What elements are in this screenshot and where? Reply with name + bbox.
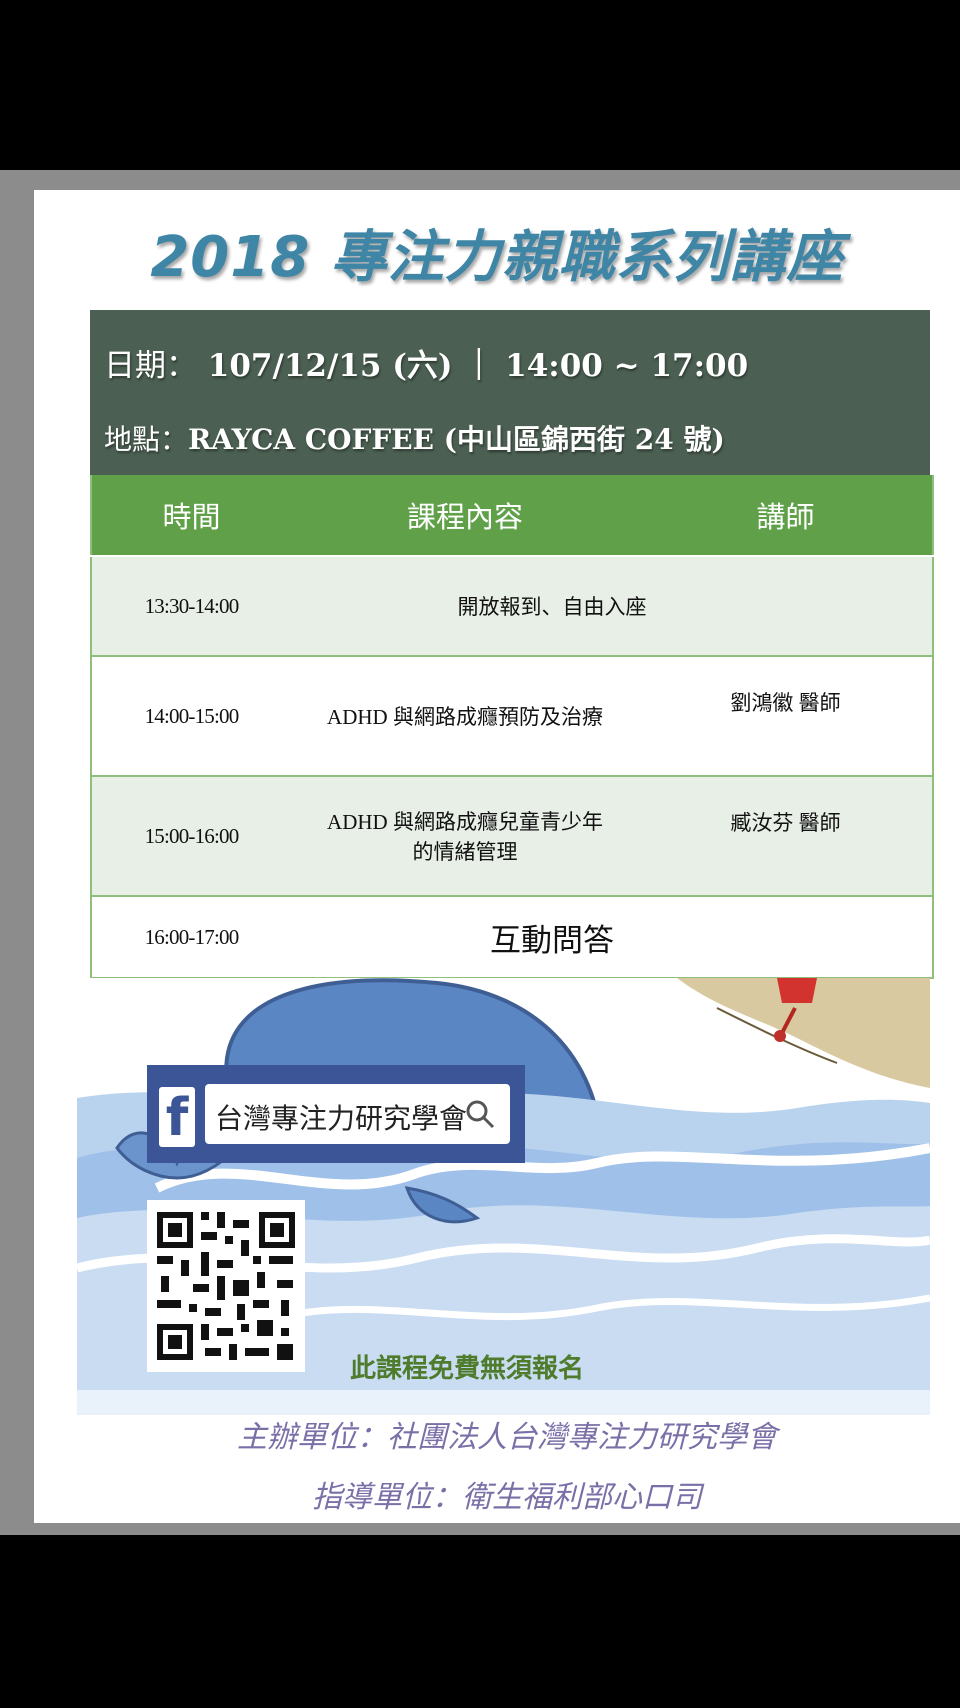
- row-content-line: 的情緒管理: [412, 840, 518, 864]
- time-value: 14:00 ~ 17:00: [505, 348, 749, 384]
- table-row: 15:00-16:00 ADHD 與網路成癮兒童青少年 的情緒管理 臧汝芬 醫師: [91, 775, 933, 896]
- row-content-text: 互動問答: [490, 922, 614, 959]
- facebook-search-box: 台灣專注力研究學會: [205, 1084, 510, 1144]
- date-separator: ｜: [463, 348, 495, 384]
- schedule-header-row: 時間 課程內容 講師: [91, 475, 933, 557]
- facebook-search-text: 台灣專注力研究學會: [215, 1102, 468, 1135]
- event-place: 地點：RAYCA COFFEE (中山區錦西街 24 號): [104, 418, 725, 458]
- row-content: 開放報到、自由入座: [291, 555, 933, 656]
- row-time: 16:00-17:00: [91, 895, 291, 978]
- event-poster: 2018 專注力親職系列講座 日期： 107/12/15 (六) ｜ 14:00…: [34, 190, 960, 1523]
- row-content: ADHD 與網路成癮預防及治療: [291, 655, 639, 776]
- table-row: 16:00-17:00 互動問答: [91, 895, 933, 978]
- header-time: 時間: [91, 475, 291, 557]
- date-value: 107/12/15 (六): [207, 348, 453, 384]
- place-value: RAYCA COFFEE (中山區錦西街 24 號): [188, 423, 725, 456]
- host-organizer: 主辦單位：社團法人台灣專注力研究學會: [237, 1420, 777, 1455]
- row-speaker: 劉鴻徽 醫師: [639, 655, 933, 776]
- header-speaker: 講師: [639, 475, 933, 557]
- poster-title: 2018 專注力親職系列講座: [150, 225, 844, 290]
- header-content: 課程內容: [291, 475, 639, 557]
- event-info-box: 日期： 107/12/15 (六) ｜ 14:00 ~ 17:00 地點：RAY…: [90, 310, 930, 475]
- search-icon: [466, 1100, 495, 1129]
- facebook-icon: f: [159, 1087, 195, 1148]
- row-time: 13:30-14:00: [91, 555, 291, 656]
- row-content-line: ADHD 與網路成癮兒童青少年: [327, 810, 603, 834]
- row-time: 15:00-16:00: [91, 775, 291, 896]
- row-time: 14:00-15:00: [91, 655, 291, 776]
- facebook-search-banner: f 台灣專注力研究學會: [147, 1065, 525, 1163]
- advisor-organizer: 指導單位：衛生福利部心口司: [312, 1480, 702, 1515]
- schedule-table: 時間 課程內容 講師 13:30-14:00 開放報到、自由入座 14:00-1…: [90, 475, 934, 979]
- row-speaker: 臧汝芬 醫師: [639, 775, 933, 896]
- table-row: 13:30-14:00 開放報到、自由入座: [91, 555, 933, 656]
- row-content-text: 開放報到、自由入座: [457, 595, 647, 619]
- row-content: 互動問答: [291, 895, 933, 978]
- place-label: 地點：: [104, 423, 189, 456]
- free-course-note: 此課程免費無須報名: [350, 1354, 585, 1384]
- event-date: 日期： 107/12/15 (六) ｜ 14:00 ~ 17:00: [104, 340, 748, 385]
- qr-code-icon: [147, 1200, 305, 1372]
- date-label: 日期：: [104, 348, 197, 384]
- table-row: 14:00-15:00 ADHD 與網路成癮預防及治療 劉鴻徽 醫師: [91, 655, 933, 776]
- row-content: ADHD 與網路成癮兒童青少年 的情緒管理: [291, 775, 639, 896]
